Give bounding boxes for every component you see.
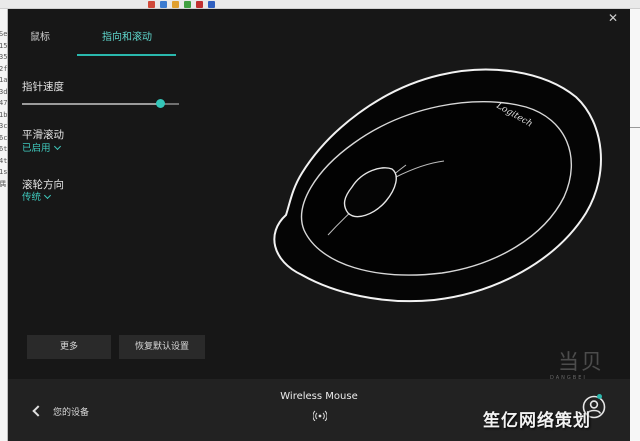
background-text-fragment: Se — [0, 30, 8, 38]
mouse-illustration: Logitech — [273, 68, 602, 303]
background-text-fragment: 1b — [0, 110, 8, 119]
chevron-down-icon — [43, 191, 52, 200]
background-text-fragment: 偶 — [0, 179, 7, 191]
chevron-down-icon — [53, 142, 61, 151]
watermark-sub-text: DANGBEI — [550, 375, 587, 381]
background-text-fragment: 1a — [0, 76, 8, 84]
active-tab-indicator — [77, 54, 176, 56]
background-text-fragment: 4t — [0, 156, 8, 165]
background-text-fragment: 3c — [0, 122, 8, 130]
background-text-fragment: 47 — [0, 99, 8, 107]
watermark-caption: 笙亿网络策划 — [483, 411, 591, 431]
close-button[interactable]: ✕ — [608, 11, 618, 25]
desktop-app-icon — [208, 1, 215, 8]
back-arrow-icon[interactable] — [32, 405, 44, 417]
tab-point-and-scroll[interactable]: 指向和滚动 — [102, 27, 152, 56]
desktop-app-icon — [196, 1, 203, 8]
watermark-logo-text: 当贝 — [558, 350, 604, 374]
slider-fill — [22, 103, 161, 105]
your-devices-link[interactable]: 您的设备 — [53, 405, 89, 418]
desktop-app-icon — [148, 1, 155, 8]
wheel-direction-dropdown[interactable]: 传统 — [22, 189, 52, 203]
tab-bar: 鼠标 指向和滚动 — [8, 27, 208, 57]
restore-defaults-button[interactable]: 恢复默认设置 — [119, 335, 205, 359]
background-text-fragment: 6t — [0, 145, 8, 153]
pointer-speed-slider[interactable] — [22, 99, 179, 108]
desktop-app-icon — [172, 1, 179, 8]
background-window-text: Se 15 35 2f 1a 3d 47 1b 3c 6c 6t 4t 1s 偶 — [0, 9, 8, 441]
pointer-speed-title: 指针速度 — [22, 81, 64, 93]
watermark: 当贝 DANGBEI 笙亿网络策划 — [483, 340, 640, 441]
background-text-fragment: 6c — [0, 133, 8, 142]
desktop-app-icon — [160, 1, 167, 8]
logitech-options-window: ✕ 鼠标 指向和滚动 指针速度 平滑滚动 已启用 滚轮方向 传统 Logitec… — [8, 9, 630, 441]
wheel-direction-value: 传统 — [22, 192, 42, 203]
wireless-signal-icon — [313, 410, 327, 421]
background-text-fragment: 3d — [0, 87, 8, 96]
tab-mouse[interactable]: 鼠标 — [30, 27, 50, 56]
slider-thumb[interactable] — [156, 99, 166, 108]
background-text-fragment: 2f — [0, 64, 8, 73]
background-text-fragment: 15 — [0, 41, 8, 50]
smooth-scroll-dropdown[interactable]: 已启用 — [22, 140, 61, 154]
device-name: Wireless Mouse — [280, 391, 358, 402]
background-text-fragment: 1s — [0, 168, 8, 176]
desktop-app-icon — [184, 1, 191, 8]
smooth-scroll-value: 已启用 — [22, 143, 51, 154]
desktop-taskbar-strip — [0, 0, 640, 9]
more-button[interactable]: 更多 — [27, 335, 111, 359]
background-text-fragment: 35 — [0, 53, 8, 61]
